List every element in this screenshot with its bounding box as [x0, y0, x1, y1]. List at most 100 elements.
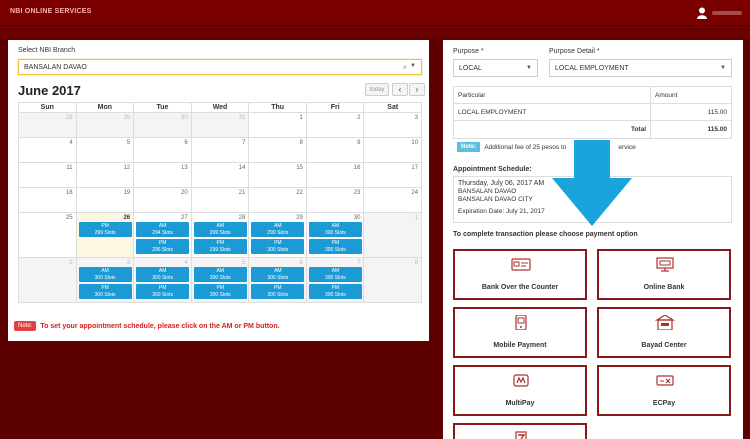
calendar-week: 25 26 PM 299 Slots 27 AM 294 Slots PM 296 Slots 2…	[19, 213, 423, 258]
slot-button-am[interactable]: AM 300 Slots	[308, 222, 362, 237]
slot-button-pm[interactable]: PM 300 Slots	[78, 284, 132, 299]
slot-button-pm[interactable]: PM 300 Slots	[193, 284, 247, 299]
user-avatar-icon[interactable]	[697, 7, 707, 19]
slot-button-pm[interactable]: PM 300 Slots	[251, 284, 305, 299]
multipay-icon	[513, 374, 529, 387]
brand-title[interactable]: NBI ONLINE SERVICES	[10, 8, 91, 15]
branch-label: Select NBI Branch	[18, 47, 76, 54]
calendar-day: 4	[19, 138, 77, 163]
chevron-down-icon[interactable]: ▼	[410, 63, 416, 69]
slot-button-am[interactable]: AM 299 Slots	[193, 222, 247, 237]
calendar-day: 3 AM 300 Slots PM 300 Slots	[76, 258, 135, 303]
day-number: 15	[296, 165, 303, 171]
sub-bar	[0, 26, 750, 38]
option-label: Mobile Payment	[493, 342, 547, 349]
day-number: 29	[123, 115, 131, 121]
slot-button-pm[interactable]: PM 300 Slots	[136, 284, 190, 299]
slot-button-am[interactable]: AM 300 Slots	[193, 267, 247, 282]
fee-item: LOCAL EMPLOYMENT	[454, 104, 651, 120]
bayad-center-option[interactable]: Bayad Center	[597, 307, 731, 358]
calendar-day: 29	[76, 113, 135, 138]
clear-icon[interactable]: ×	[402, 63, 407, 72]
slot-button-am[interactable]: AM 300 Slots	[136, 267, 190, 282]
multipay-option[interactable]: MultiPay	[453, 365, 587, 416]
user-name-blurred[interactable]	[712, 11, 742, 15]
calendar-day: 2	[19, 258, 77, 303]
calendar-day: 19	[76, 188, 135, 213]
bank-over-counter-option[interactable]: Bank Over the Counter	[453, 249, 587, 300]
day-number: 6	[184, 140, 188, 146]
calendar-week: 11 12 13 14 15 16 17	[19, 163, 423, 188]
calendar-day: 31	[191, 113, 250, 138]
purpose-select[interactable]: LOCAL ▼	[453, 59, 538, 77]
calendar-grid: Sun Mon Tue Wed Thu Fri Sat 28 29 30 31 1 2 3 4 5 6 7 8 9 1…	[18, 102, 423, 303]
slot-button-pm[interactable]: PM 300 Slots	[251, 239, 305, 254]
calendar-day: 14	[191, 163, 250, 188]
slot-count: 299 Slots	[94, 229, 116, 236]
slot-button-am[interactable]: AM 300 Slots	[251, 267, 305, 282]
calendar-day: 4 AM 300 Slots PM 300 Slots	[134, 258, 192, 303]
calendar-day: 26 PM 299 Slots	[76, 213, 135, 258]
slot-count: 300 Slots	[94, 291, 116, 298]
total-amount: 115.00	[707, 126, 727, 133]
slot-count: 300 Slots	[324, 246, 346, 253]
slot-button-pm[interactable]: PM 296 Slots	[136, 239, 190, 254]
payment-panel: Purpose * LOCAL ▼ Purpose Detail * LOCAL…	[443, 40, 743, 439]
day-number: 1	[299, 115, 303, 121]
calendar-day: 23	[306, 188, 365, 213]
bayad-center-icon	[655, 315, 675, 330]
day-number: 9	[357, 140, 361, 146]
chevron-down-icon[interactable]: ▼	[720, 65, 726, 71]
day-number: 19	[123, 190, 131, 196]
chevron-down-icon[interactable]: ▼	[526, 65, 532, 71]
slot-button-am[interactable]: AM 294 Slots	[136, 222, 190, 237]
slot-button-pm[interactable]: PM 299 Slots	[78, 222, 132, 237]
calendar-day: 10	[364, 138, 423, 163]
slot-button-pm[interactable]: PM 299 Slots	[193, 239, 247, 254]
calendar-day: 22	[249, 188, 307, 213]
mobile-payment-option[interactable]: Mobile Payment	[453, 307, 587, 358]
fees-table: Particular Amount LOCAL EMPLOYMENT 115.0…	[453, 86, 732, 139]
payment-option-partial[interactable]	[453, 423, 587, 439]
slot-count: 300 Slots	[209, 291, 231, 298]
purpose-detail-select[interactable]: LOCAL EMPLOYMENT ▼	[549, 59, 732, 77]
slot-button-am[interactable]: AM 300 Slots	[78, 267, 132, 282]
branch-select-value: BANSALAN DAVAO	[24, 63, 87, 71]
table-row: LOCAL EMPLOYMENT 115.00	[454, 104, 731, 121]
day-number: 14	[238, 165, 246, 171]
slot-count: 300 Slots	[152, 291, 174, 298]
weekday-header: Tue	[134, 103, 192, 113]
slot-button-pm[interactable]: PM 300 Slots	[308, 239, 362, 254]
weekday-header: Sun	[19, 103, 77, 113]
ecpay-option[interactable]: ECPay	[597, 365, 731, 416]
top-bar: NBI ONLINE SERVICES	[0, 0, 750, 26]
calendar-title: June 2017	[18, 83, 81, 98]
weekday-header: Thu	[249, 103, 307, 113]
day-number: 23	[353, 190, 361, 196]
day-number: 3	[126, 260, 131, 266]
weekday-header: Sat	[364, 103, 423, 113]
option-label: ECPay	[652, 400, 676, 407]
today-button[interactable]: today	[365, 83, 389, 96]
slot-count: 300 Slots	[152, 274, 174, 281]
day-number: 25	[65, 215, 73, 221]
prev-month-button[interactable]: ‹	[392, 83, 408, 96]
day-number: 16	[353, 165, 361, 171]
slot-button-pm[interactable]: PM 300 Slots	[308, 284, 362, 299]
calendar-week: 2 3 AM 300 Slots PM 300 Slots 4 AM 300 Slots PM 30…	[19, 258, 423, 303]
next-month-button[interactable]: ›	[409, 83, 425, 96]
branch-select[interactable]: BANSALAN DAVAO × ▼	[18, 59, 422, 75]
down-arrow-icon	[552, 140, 632, 226]
day-number: 7	[241, 140, 246, 146]
day-number: 8	[414, 260, 419, 266]
slot-button-am[interactable]: AM 299 Slots	[251, 222, 305, 237]
bank-counter-icon	[511, 258, 531, 271]
calendar-day: 1	[249, 113, 307, 138]
slot-button-am[interactable]: AM 300 Slots	[308, 267, 362, 282]
online-bank-option[interactable]: Online Bank	[597, 249, 731, 300]
calendar-day: 7	[191, 138, 250, 163]
online-bank-icon	[656, 257, 674, 272]
calendar-day: 2	[306, 113, 365, 138]
weekday-header: Fri	[306, 103, 365, 113]
purpose-select-value: LOCAL	[459, 64, 482, 72]
